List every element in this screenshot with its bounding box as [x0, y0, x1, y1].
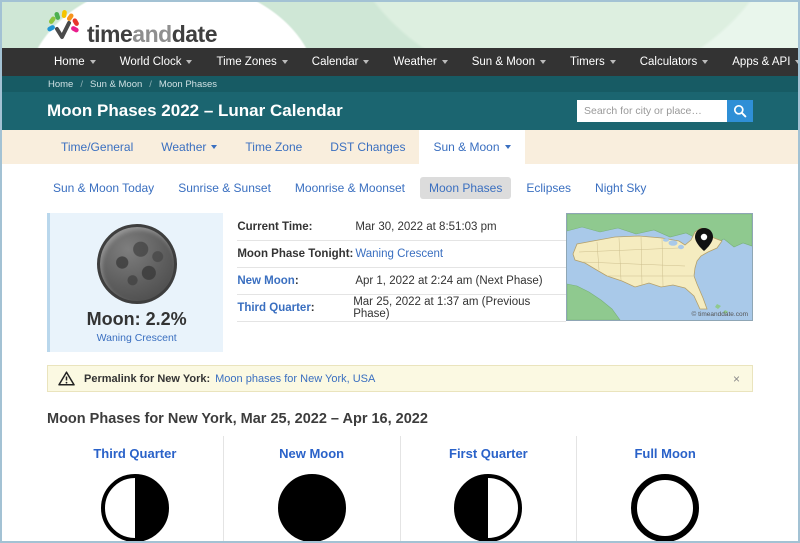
- phase-card-third-quarter: Third Quarter March 25 1:37 am: [47, 436, 224, 543]
- info-label-link[interactable]: Third Quarter: [237, 302, 310, 314]
- nav-item-timers[interactable]: Timers: [558, 56, 628, 68]
- chevron-down-icon: [186, 60, 192, 64]
- chevron-down-icon: [282, 60, 288, 64]
- chevron-down-icon: [540, 60, 546, 64]
- info-value: Mar 30, 2022 at 8:51:03 pm: [355, 221, 496, 233]
- permalink-label: Permalink for New York:: [84, 373, 210, 385]
- moon-phase-link[interactable]: Waning Crescent: [50, 332, 223, 344]
- chevron-down-icon: [363, 60, 369, 64]
- nav-item-apps-api[interactable]: Apps & API: [720, 56, 800, 68]
- chevron-down-icon: [505, 145, 511, 149]
- subtab-row: Sun & Moon Today Sunrise & Sunset Moonri…: [2, 164, 798, 207]
- tab-time-general[interactable]: Time/General: [47, 130, 147, 164]
- info-value-link[interactable]: Waning Crescent: [355, 248, 443, 260]
- info-row-new-moon: New Moon: Apr 1, 2022 at 2:24 am (Next P…: [237, 268, 566, 295]
- chevron-down-icon: [90, 60, 96, 64]
- phase-cards: Third Quarter March 25 1:37 am New Moon …: [47, 436, 753, 543]
- tab-strip: Time/General Weather Time Zone DST Chang…: [2, 130, 798, 164]
- breadcrumb-moon-phases[interactable]: Moon Phases: [159, 79, 217, 90]
- chevron-down-icon: [702, 60, 708, 64]
- tab-weather[interactable]: Weather: [147, 130, 231, 164]
- nav-item-sun-moon[interactable]: Sun & Moon: [460, 56, 558, 68]
- location-map[interactable]: © timeanddate.com: [566, 213, 753, 321]
- chevron-down-icon: [795, 60, 800, 64]
- close-icon[interactable]: ×: [731, 372, 742, 386]
- info-label-link[interactable]: New Moon: [237, 275, 295, 287]
- tab-dst-changes[interactable]: DST Changes: [316, 130, 419, 164]
- moon-image: [97, 224, 177, 304]
- phase-title-link[interactable]: New Moon: [224, 446, 400, 461]
- nav-item-calculators[interactable]: Calculators: [628, 56, 721, 68]
- subtab-night-sky[interactable]: Night Sky: [586, 177, 655, 199]
- logo-sunburst-icon: [46, 9, 80, 46]
- main-navbar: Home World Clock Time Zones Calendar Wea…: [2, 48, 798, 76]
- permalink-link[interactable]: Moon phases for New York, USA: [215, 373, 375, 385]
- title-bar: Moon Phases 2022 – Lunar Calendar: [2, 92, 798, 130]
- moon-info-section: Moon: 2.2% Waning Crescent Current Time:…: [47, 213, 753, 352]
- chevron-down-icon: [211, 145, 217, 149]
- subtab-moonrise-moonset[interactable]: Moonrise & Moonset: [286, 177, 414, 199]
- search-input[interactable]: [577, 100, 727, 122]
- third-quarter-moon-icon: [101, 474, 169, 542]
- logo-wordmark: timeanddate: [87, 23, 217, 46]
- info-value: Mar 25, 2022 at 1:37 am (Previous Phase): [353, 296, 566, 320]
- chevron-down-icon: [442, 60, 448, 64]
- nav-item-home[interactable]: Home: [42, 56, 108, 68]
- info-value: Apr 1, 2022 at 2:24 am (Next Phase): [355, 275, 542, 287]
- tab-sun-moon[interactable]: Sun & Moon: [419, 130, 524, 164]
- warning-icon: [58, 371, 75, 386]
- breadcrumb-separator: /: [80, 79, 83, 90]
- section-heading: Moon Phases for New York, Mar 25, 2022 –…: [47, 411, 753, 427]
- moon-illumination: Moon: 2.2%: [50, 309, 223, 330]
- phase-title-link[interactable]: First Quarter: [401, 446, 577, 461]
- phase-card-new-moon: New Moon April 1 2:24 am: [224, 436, 401, 543]
- page-title: Moon Phases 2022 – Lunar Calendar: [47, 101, 343, 121]
- nav-item-calendar[interactable]: Calendar: [300, 56, 382, 68]
- masthead: timeanddate: [2, 2, 798, 48]
- breadcrumb-sun-moon[interactable]: Sun & Moon: [90, 79, 142, 90]
- phase-title-link[interactable]: Third Quarter: [47, 446, 223, 461]
- subtab-sunrise-sunset[interactable]: Sunrise & Sunset: [169, 177, 280, 199]
- tab-time-zone[interactable]: Time Zone: [231, 130, 316, 164]
- nav-item-time-zones[interactable]: Time Zones: [204, 56, 299, 68]
- phase-card-first-quarter: First Quarter April 9 2:47 am: [401, 436, 578, 543]
- phase-title-link[interactable]: Full Moon: [577, 446, 753, 461]
- subtab-moon-phases[interactable]: Moon Phases: [420, 177, 511, 199]
- phase-card-full-moon: Full Moon April 16 2:55 pm Pink Moon: [577, 436, 753, 543]
- page: timeanddate Home World Clock Time Zones …: [0, 0, 800, 543]
- nav-item-weather[interactable]: Weather: [381, 56, 459, 68]
- search-submit-button[interactable]: [727, 100, 753, 122]
- info-row-current-time: Current Time: Mar 30, 2022 at 8:51:03 pm: [237, 214, 566, 241]
- breadcrumb-home[interactable]: Home: [48, 79, 73, 90]
- permalink-bar: Permalink for New York: Moon phases for …: [47, 365, 753, 392]
- map-copyright: © timeanddate.com: [692, 310, 748, 318]
- breadcrumb-separator: /: [149, 79, 152, 90]
- moon-info-table: Current Time: Mar 30, 2022 at 8:51:03 pm…: [237, 213, 566, 352]
- info-label: Moon Phase Tonight: [237, 248, 349, 260]
- full-moon-icon: [631, 474, 699, 542]
- search-box: [577, 100, 753, 122]
- info-label: Current Time: [237, 221, 308, 233]
- subtab-eclipses[interactable]: Eclipses: [517, 177, 580, 199]
- timeanddate-logo[interactable]: timeanddate: [46, 9, 217, 46]
- new-moon-icon: [278, 474, 346, 542]
- chevron-down-icon: [610, 60, 616, 64]
- nav-item-world-clock[interactable]: World Clock: [108, 56, 205, 68]
- breadcrumb: Home / Sun & Moon / Moon Phases: [2, 76, 798, 92]
- first-quarter-moon-icon: [454, 474, 522, 542]
- subtab-sun-moon-today[interactable]: Sun & Moon Today: [44, 177, 163, 199]
- current-moon-panel: Moon: 2.2% Waning Crescent: [47, 213, 223, 352]
- info-row-moon-phase-tonight: Moon Phase Tonight: Waning Crescent: [237, 241, 566, 268]
- info-row-third-quarter: Third Quarter: Mar 25, 2022 at 1:37 am (…: [237, 295, 566, 322]
